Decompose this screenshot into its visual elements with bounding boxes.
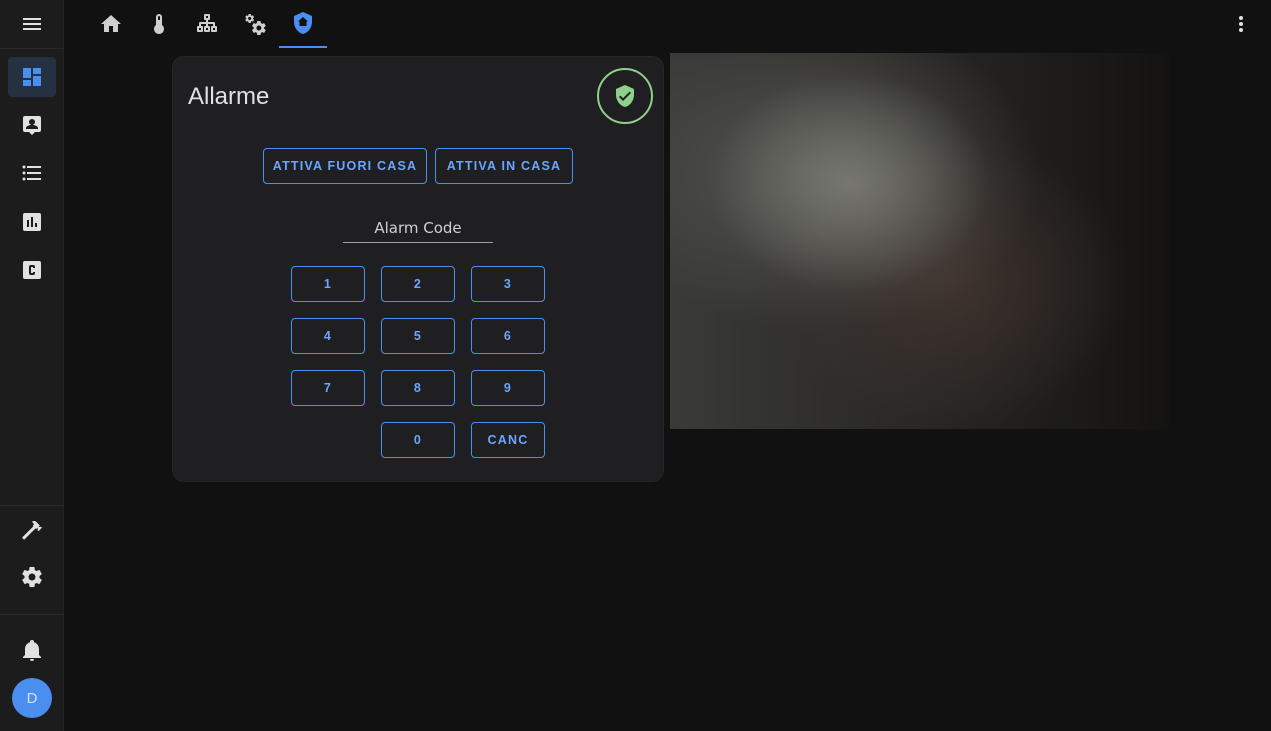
sidebar-item-overview[interactable]: [8, 57, 56, 97]
dots-vertical-icon: [1239, 16, 1243, 32]
sidebar-item-developer-tools[interactable]: [8, 510, 56, 550]
account-box-icon: [23, 116, 41, 135]
alarm-code-input[interactable]: [343, 213, 493, 243]
keypad-key-5[interactable]: 5: [381, 318, 455, 354]
sidebar-item-custom[interactable]: [8, 250, 56, 290]
list-icon: [22, 165, 41, 181]
gear-icon: [22, 567, 42, 587]
hammer-icon: [22, 520, 42, 540]
shield-home-icon: [294, 12, 312, 34]
bell-icon: [23, 640, 41, 661]
c-box-icon: [23, 261, 41, 279]
keypad-key-1[interactable]: 1: [291, 266, 365, 302]
dashboard-icon: [23, 68, 41, 86]
keypad-key-7[interactable]: 7: [291, 370, 365, 406]
sidebar-item-settings[interactable]: [8, 557, 56, 597]
shield-check-icon: [616, 85, 634, 107]
keypad-key-6[interactable]: 6: [471, 318, 545, 354]
keypad-key-3[interactable]: 3: [471, 266, 545, 302]
chart-box-icon: [23, 213, 41, 231]
tab-climate[interactable]: [135, 0, 183, 48]
thermometer-icon: [154, 14, 164, 34]
avatar-initial: D: [26, 689, 38, 707]
keypad-key-4[interactable]: 4: [291, 318, 365, 354]
tab-security[interactable]: [279, 0, 327, 48]
tab-home[interactable]: [87, 0, 135, 48]
top-toolbar: [64, 0, 1271, 49]
alarm-panel-card: Allarme ATTIVA FUORI CASA ATTIVA IN CASA…: [172, 56, 664, 482]
home-icon: [101, 15, 121, 32]
cogs-icon: [245, 14, 266, 35]
alarm-state-badge: [597, 68, 653, 124]
sidebar-item-map[interactable]: [8, 105, 56, 145]
camera-image[interactable]: [670, 53, 1169, 429]
menu-icon: [23, 18, 41, 30]
avatar[interactable]: D: [12, 678, 52, 718]
arm-home-button[interactable]: ATTIVA IN CASA: [435, 148, 573, 184]
network-icon: [197, 14, 217, 32]
keypad-key-8[interactable]: 8: [381, 370, 455, 406]
card-title: Allarme: [188, 83, 270, 110]
keypad-clear-button[interactable]: CANC: [471, 422, 545, 458]
sidebar-divider: [0, 505, 64, 506]
sidebar-item-notifications[interactable]: [8, 630, 56, 670]
sidebar: D: [0, 0, 64, 731]
menu-button[interactable]: [0, 0, 64, 49]
overflow-menu-button[interactable]: [1221, 4, 1261, 44]
keypad-key-0[interactable]: 0: [381, 422, 455, 458]
keypad-key-9[interactable]: 9: [471, 370, 545, 406]
sidebar-item-history[interactable]: [8, 202, 56, 242]
tab-cogs[interactable]: [231, 0, 279, 48]
arm-away-button[interactable]: ATTIVA FUORI CASA: [263, 148, 427, 184]
sidebar-item-logbook[interactable]: [8, 153, 56, 193]
keypad-key-2[interactable]: 2: [381, 266, 455, 302]
tab-network[interactable]: [183, 0, 231, 48]
sidebar-divider: [0, 614, 64, 615]
